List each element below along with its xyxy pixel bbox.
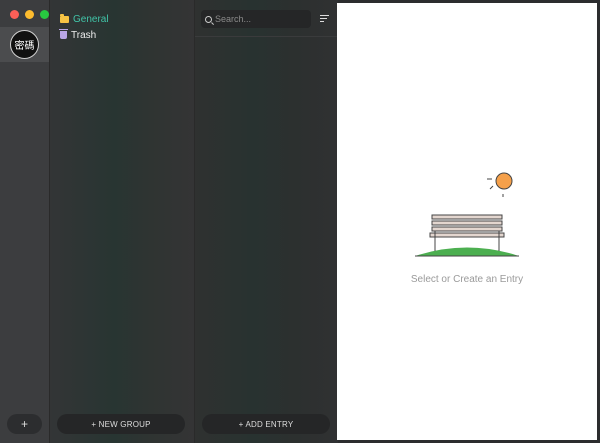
trash-icon bbox=[59, 29, 68, 39]
entries-panel: + ADD ENTRY bbox=[194, 0, 338, 443]
sun-icon bbox=[487, 172, 513, 197]
bench-icon bbox=[429, 214, 505, 251]
groups-panel: General Trash + NEW GROUP bbox=[50, 0, 194, 443]
add-vault-button[interactable]: + bbox=[7, 414, 42, 434]
app-window: 密碼 + General Trash + NEW GROUP + ADD ENT… bbox=[0, 0, 600, 443]
empty-state-message: Select or Create an Entry bbox=[410, 274, 524, 285]
new-group-button[interactable]: + NEW GROUP bbox=[57, 414, 185, 434]
maximize-window-button[interactable] bbox=[40, 10, 49, 19]
close-window-button[interactable] bbox=[10, 10, 19, 19]
folder-icon bbox=[60, 14, 69, 23]
group-item-trash[interactable]: Trash bbox=[59, 27, 97, 43]
add-entry-button[interactable]: + ADD ENTRY bbox=[202, 414, 330, 434]
entry-detail-pane: Select or Create an Entry bbox=[337, 3, 597, 440]
grass-shape bbox=[415, 247, 519, 256]
vault-sidebar: 密碼 + bbox=[0, 0, 50, 443]
window-controls bbox=[10, 10, 49, 19]
search-icon bbox=[205, 15, 212, 23]
sort-icon[interactable] bbox=[320, 15, 329, 23]
search-box[interactable] bbox=[201, 10, 311, 28]
vault-avatar[interactable]: 密碼 bbox=[10, 30, 39, 59]
minimize-window-button[interactable] bbox=[25, 10, 34, 19]
search-input[interactable] bbox=[215, 14, 305, 24]
group-item-general[interactable]: General bbox=[60, 11, 109, 27]
park-bench-illustration bbox=[415, 172, 519, 257]
group-label: Trash bbox=[71, 29, 97, 41]
group-label: General bbox=[73, 13, 109, 25]
divider bbox=[195, 36, 338, 37]
